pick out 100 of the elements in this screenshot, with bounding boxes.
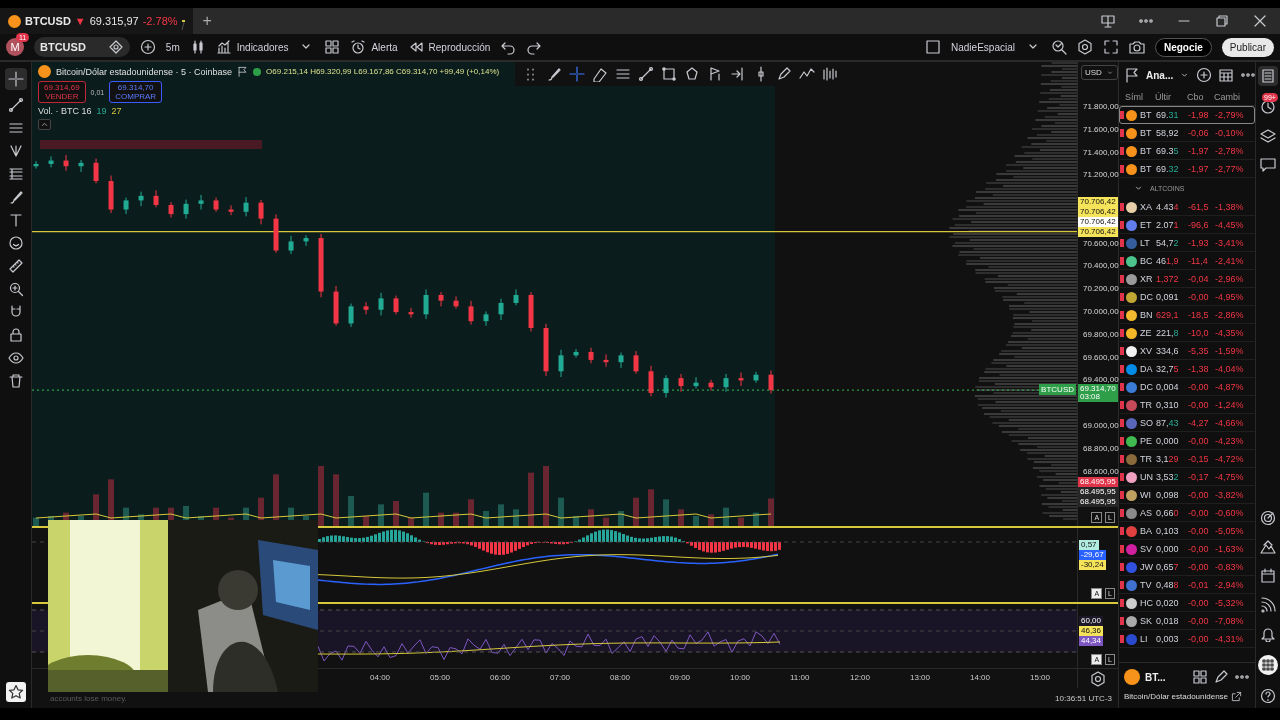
watchlist-row[interactable]: BT 69.32 -1,97 -2,77% bbox=[1119, 160, 1255, 178]
indicators-button[interactable]: Indicadores bbox=[215, 39, 289, 55]
symbol-description[interactable]: Bitcoin/Dólar estadounidense bbox=[1124, 692, 1229, 701]
watchlist-row[interactable]: TR 0,310 -0,00 -1,24% bbox=[1119, 396, 1255, 414]
column-header[interactable]: Síml bbox=[1125, 91, 1153, 102]
watchlist-row[interactable]: BA 0,103 -0,00 -5,05% bbox=[1119, 522, 1255, 540]
diamond-icon[interactable] bbox=[107, 39, 124, 55]
lock-icon[interactable] bbox=[7, 327, 24, 343]
replay-button[interactable]: Reproducción bbox=[407, 39, 491, 55]
ruler-icon[interactable] bbox=[7, 258, 24, 274]
watchlist-row[interactable]: BT 69.35 -1,97 -2,78% bbox=[1119, 142, 1255, 160]
watchlist-row[interactable]: ZE 221,8 -10,0 -4,35% bbox=[1119, 324, 1255, 342]
watchlist-row[interactable]: BT 58,92 -0,06 -0,10% bbox=[1119, 124, 1255, 142]
watchlist-row[interactable]: BC 461,9 -11,4 -2,41% bbox=[1119, 252, 1255, 270]
restore-icon[interactable] bbox=[1214, 13, 1230, 29]
settings-icon[interactable] bbox=[1076, 39, 1093, 55]
layout-grid-icon[interactable] bbox=[1192, 669, 1208, 685]
column-header[interactable]: Últir bbox=[1155, 91, 1185, 102]
watchlist-row[interactable]: JW 0,657 -0,00 -0,83% bbox=[1119, 558, 1255, 576]
interval-button[interactable]: 5m bbox=[165, 41, 180, 53]
trash-icon[interactable] bbox=[7, 373, 24, 389]
grid-icon[interactable] bbox=[1258, 655, 1278, 675]
line-tool-icon[interactable] bbox=[638, 66, 654, 82]
add-icon[interactable] bbox=[1196, 67, 1213, 83]
buy-button[interactable]: 69.314,70 COMPRAR bbox=[109, 81, 163, 103]
publish-button[interactable]: Publicar bbox=[1221, 37, 1274, 57]
mountains-icon[interactable] bbox=[1260, 539, 1276, 555]
table-icon[interactable] bbox=[1218, 67, 1235, 83]
watchlist-row[interactable]: TV 0,488 -0,01 -2,94% bbox=[1119, 576, 1255, 594]
bars-icon[interactable] bbox=[822, 66, 838, 82]
list-icon[interactable] bbox=[1258, 66, 1278, 86]
watchlist-row[interactable]: PE 0,000 -0,00 -4,23% bbox=[1119, 432, 1255, 450]
column-header[interactable]: Cambi bbox=[1214, 91, 1255, 102]
flag-icon[interactable] bbox=[1124, 67, 1140, 83]
currency-dropdown[interactable]: USD bbox=[1081, 65, 1118, 80]
brush-icon[interactable] bbox=[546, 66, 562, 82]
watchlist-row[interactable]: BT 69.31 -1,98 -2,79% bbox=[1119, 106, 1255, 124]
watchlist-row[interactable]: SV 0,000 -0,00 -1,63% bbox=[1119, 540, 1255, 558]
settings-icon[interactable] bbox=[1090, 670, 1106, 687]
sell-button[interactable]: 69.314,69 VENDER bbox=[38, 81, 86, 103]
chat-icon[interactable] bbox=[1260, 157, 1276, 173]
watchlist-row[interactable]: BN 629,1 -18,5 -2,86% bbox=[1119, 306, 1255, 324]
fullscreen-icon[interactable] bbox=[1102, 39, 1119, 55]
help-icon[interactable] bbox=[1260, 688, 1276, 704]
external-link-icon[interactable] bbox=[1231, 691, 1243, 702]
symbol-search-field[interactable]: BTCUSD bbox=[34, 37, 130, 57]
watchlist-row[interactable]: DA 32,75 -1,38 -4,04% bbox=[1119, 360, 1255, 378]
watchlist-row[interactable]: DC 0,004 -0,00 -4,87% bbox=[1119, 378, 1255, 396]
close-icon[interactable] bbox=[1252, 13, 1268, 29]
watchlist-row[interactable]: SO 87,43 -4,27 -4,66% bbox=[1119, 414, 1255, 432]
clock-icon[interactable] bbox=[1260, 99, 1276, 115]
smiley-icon[interactable] bbox=[7, 235, 24, 251]
watchlist-row[interactable]: XV 334,6 -5,35 -1,59% bbox=[1119, 342, 1255, 360]
camera-icon[interactable] bbox=[1128, 39, 1145, 55]
line-tool-icon[interactable] bbox=[7, 97, 24, 113]
signal-icon[interactable] bbox=[1260, 597, 1276, 613]
flag-icon[interactable] bbox=[237, 66, 249, 77]
trade-button[interactable]: Negocie bbox=[1154, 37, 1212, 57]
watchlist-row[interactable]: DC 0,091 -0,00 -4,95% bbox=[1119, 288, 1255, 306]
zoom-icon[interactable] bbox=[7, 281, 24, 297]
watchlist-row[interactable]: ET 2.071 -96,6 -4,45% bbox=[1119, 216, 1255, 234]
watchlist-row[interactable]: TR 3,129 -0,15 -4,72% bbox=[1119, 450, 1255, 468]
watchlist-title[interactable]: Ana... bbox=[1146, 69, 1174, 81]
monitor-icon[interactable] bbox=[1100, 13, 1116, 29]
square-icon[interactable] bbox=[925, 39, 941, 55]
target-icon[interactable] bbox=[1260, 510, 1276, 526]
search-icon[interactable] bbox=[1050, 39, 1067, 55]
watchlist-row[interactable]: AS 0,660 -0,00 -0,60% bbox=[1119, 504, 1255, 522]
fibonacci-icon[interactable] bbox=[7, 166, 24, 182]
watchlist-row[interactable]: LT 54,72 -1,93 -3,41% bbox=[1119, 234, 1255, 252]
watchlist-row[interactable]: UN 3,532 -0,17 -4,75% bbox=[1119, 468, 1255, 486]
parallel-lines-icon[interactable] bbox=[7, 120, 24, 136]
column-header[interactable]: Cbo bbox=[1187, 91, 1212, 102]
watchlist-row[interactable]: XR 1,372 -0,04 -2,96% bbox=[1119, 270, 1255, 288]
add-icon[interactable] bbox=[139, 39, 156, 55]
arrow-icon[interactable] bbox=[730, 66, 746, 82]
alert-button[interactable]: Alerta bbox=[350, 39, 398, 55]
crosshair-icon[interactable] bbox=[4, 68, 27, 90]
calendar-icon[interactable] bbox=[1260, 568, 1276, 584]
layout-grid-icon[interactable] bbox=[324, 39, 341, 55]
eraser-icon[interactable] bbox=[592, 66, 608, 82]
watchlist-row[interactable]: XA 4.434 -61,5 -1,38% bbox=[1119, 198, 1255, 216]
new-tab-button[interactable]: + bbox=[192, 12, 222, 30]
pencil-icon[interactable] bbox=[776, 66, 792, 82]
horizontal-line[interactable] bbox=[32, 231, 1077, 233]
eye-icon[interactable] bbox=[7, 350, 24, 366]
bell-icon[interactable] bbox=[1260, 626, 1276, 642]
edit-icon[interactable] bbox=[1213, 669, 1229, 685]
watchlist-row[interactable]: WI 0,098 -0,00 -3,82% bbox=[1119, 486, 1255, 504]
watchlist-row[interactable]: SK 0,018 -0,00 -7,08% bbox=[1119, 612, 1255, 630]
watchlist-row[interactable]: HC 0,020 -0,00 -5,32% bbox=[1119, 594, 1255, 612]
flag-icon[interactable] bbox=[707, 66, 723, 82]
star-icon[interactable] bbox=[5, 682, 26, 702]
collapse-button[interactable] bbox=[38, 119, 51, 130]
layers-icon[interactable] bbox=[1260, 128, 1276, 144]
polygon-icon[interactable] bbox=[684, 66, 700, 82]
browser-tab[interactable]: BTCUSD ▼ 69.315,97 -2.78% / bbox=[0, 8, 193, 34]
lines-icon[interactable] bbox=[615, 66, 631, 82]
crosshair-icon[interactable] bbox=[569, 66, 585, 82]
layout-button[interactable]: NadieEspacial bbox=[951, 41, 1015, 53]
